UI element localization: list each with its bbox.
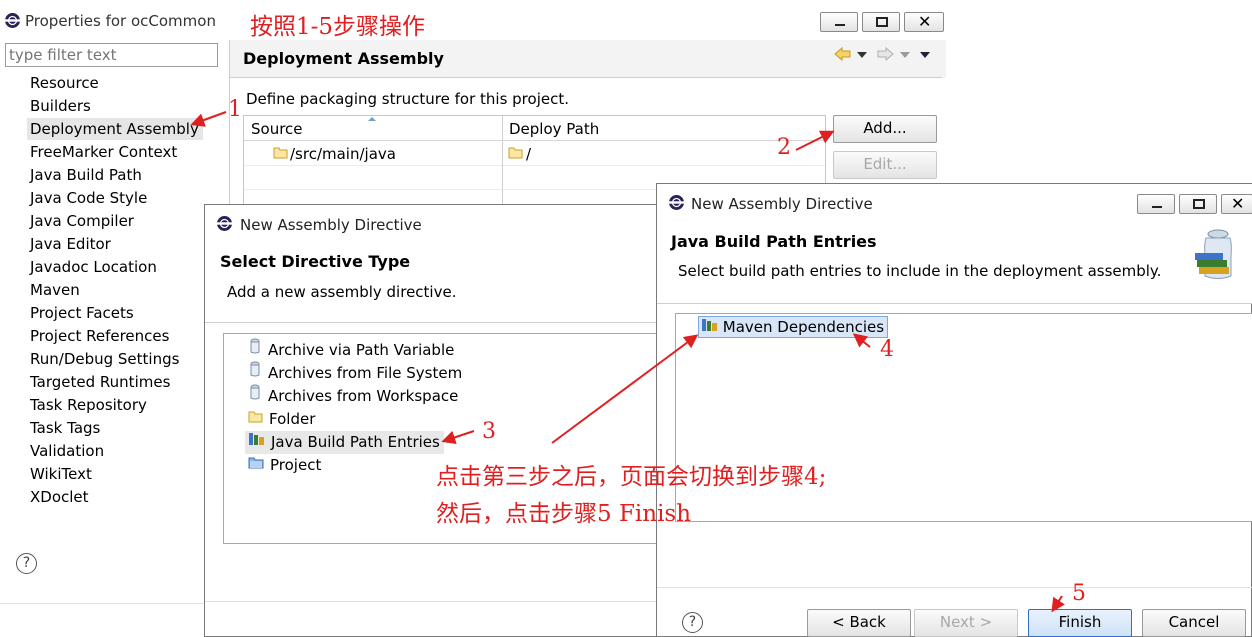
arrow-step5 (1051, 595, 1065, 613)
annotation-step5: 5 (1072, 581, 1086, 606)
arrow-step2 (795, 130, 835, 151)
annotation-header: 按照1-5步骤操作 (250, 14, 426, 40)
arrow-step4 (852, 333, 871, 348)
annotation-step4: 4 (880, 337, 894, 362)
annotation-note-line1: 点击第三步之后，页面会切换到步骤4; (436, 464, 827, 490)
arrow-to-maven (551, 334, 699, 444)
annotation-note-line2: 然后，点击步骤5 Finish (436, 501, 692, 527)
annotation-arrows (190, 111, 1065, 613)
annotation-step1: 1 (228, 97, 242, 122)
annotation-step2: 2 (777, 135, 791, 160)
arrow-step1 (190, 111, 227, 127)
arrow-step3 (441, 430, 475, 445)
annotation-step3: 3 (482, 419, 496, 444)
